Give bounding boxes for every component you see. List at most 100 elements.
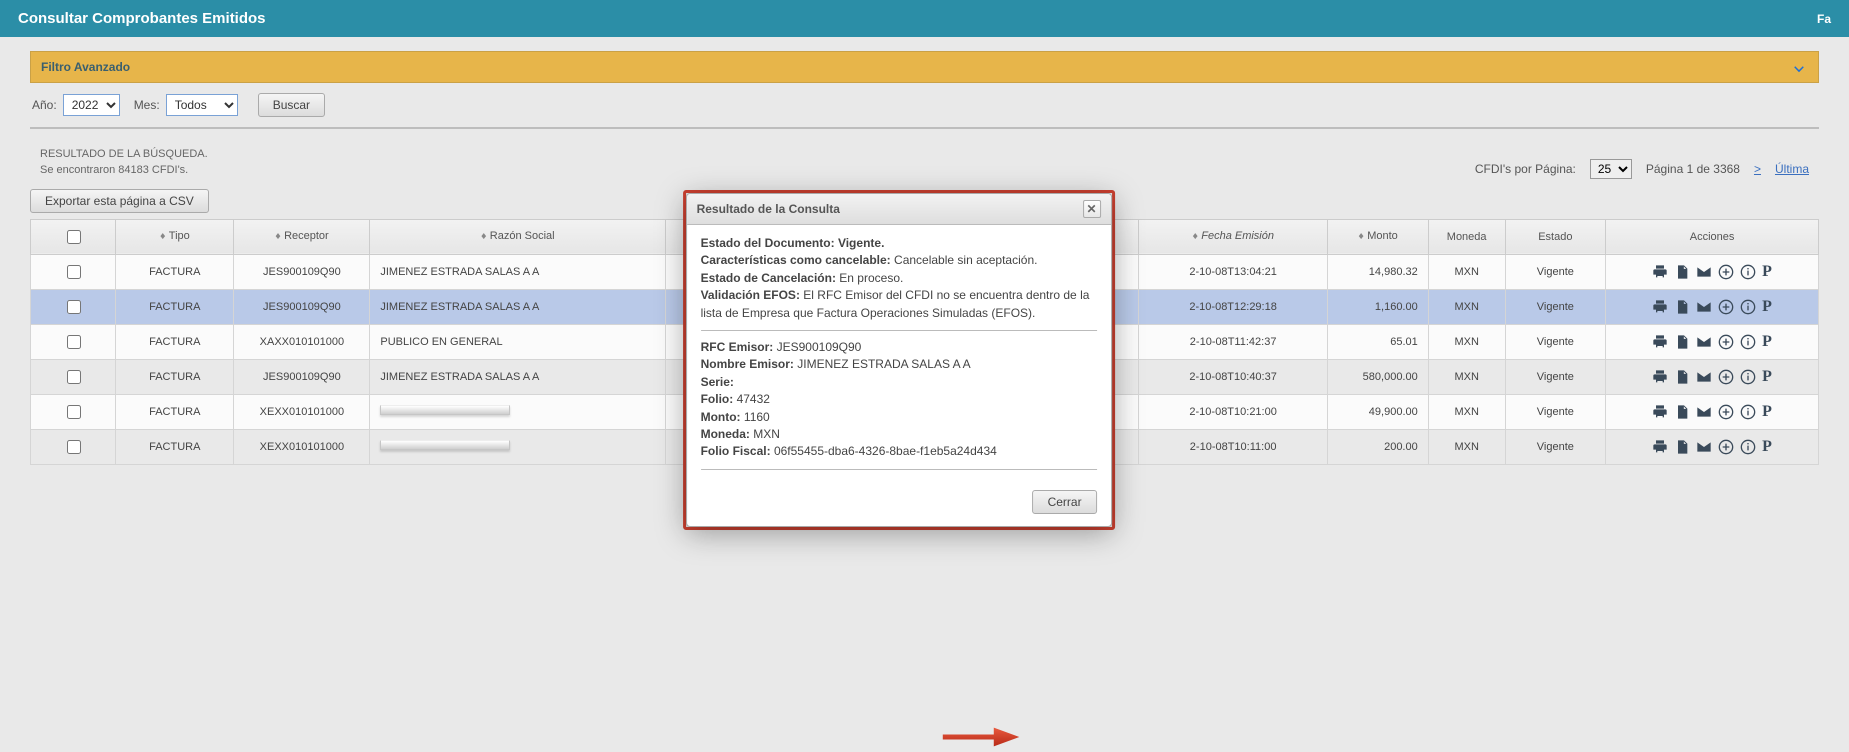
col-tipo[interactable]: ♦Tipo <box>116 219 234 254</box>
info-icon[interactable] <box>1740 439 1756 455</box>
mail-icon[interactable] <box>1696 404 1712 420</box>
col-receptor[interactable]: ♦Receptor <box>234 219 370 254</box>
year-select[interactable]: 2022 <box>63 94 120 116</box>
pdf-icon[interactable] <box>1674 439 1690 455</box>
plus-icon[interactable] <box>1718 369 1734 385</box>
cell-estado: Vigente <box>1505 324 1606 359</box>
cell-moneda: MXN <box>1428 429 1505 464</box>
print-icon[interactable] <box>1652 404 1668 420</box>
plus-icon[interactable] <box>1718 404 1734 420</box>
per-page-label: CFDI's por Página: <box>1475 162 1576 176</box>
info-icon[interactable] <box>1740 264 1756 280</box>
search-button[interactable]: Buscar <box>258 93 325 117</box>
col-fecha[interactable]: ♦Fecha Emisión <box>1139 219 1328 254</box>
cell-monto: 14,980.32 <box>1328 254 1429 289</box>
cell-tipo: FACTURA <box>116 289 234 324</box>
row-checkbox[interactable] <box>67 370 81 384</box>
year-label: Año: <box>32 98 57 112</box>
p-icon[interactable]: P <box>1762 403 1772 421</box>
estado-doc-value: Vigente. <box>838 236 884 250</box>
cell-acciones: P <box>1606 254 1819 289</box>
estado-canc-label: Estado de Cancelación: <box>701 271 836 285</box>
print-icon[interactable] <box>1652 334 1668 350</box>
cell-receptor: XAXX010101000 <box>234 324 370 359</box>
per-page-select[interactable]: 25 <box>1590 159 1632 179</box>
close-icon[interactable]: ✕ <box>1083 200 1101 218</box>
cell-receptor: JES900109Q90 <box>234 289 370 324</box>
chevron-down-icon[interactable] <box>1790 58 1808 76</box>
cell-razon <box>370 429 666 464</box>
print-icon[interactable] <box>1652 369 1668 385</box>
plus-icon[interactable] <box>1718 334 1734 350</box>
p-icon[interactable]: P <box>1762 368 1772 386</box>
cell-moneda: MXN <box>1428 359 1505 394</box>
cell-tipo: FACTURA <box>116 394 234 429</box>
print-icon[interactable] <box>1652 439 1668 455</box>
p-icon[interactable]: P <box>1762 438 1772 456</box>
cell-receptor: JES900109Q90 <box>234 359 370 394</box>
mail-icon[interactable] <box>1696 369 1712 385</box>
cell-tipo: FACTURA <box>116 324 234 359</box>
mail-icon[interactable] <box>1696 299 1712 315</box>
info-icon[interactable] <box>1740 299 1756 315</box>
cell-acciones: P <box>1606 289 1819 324</box>
cell-razon <box>370 394 666 429</box>
info-icon[interactable] <box>1740 369 1756 385</box>
cell-moneda: MXN <box>1428 324 1505 359</box>
pdf-icon[interactable] <box>1674 299 1690 315</box>
p-icon[interactable]: P <box>1762 263 1772 281</box>
cell-estado: Vigente <box>1505 359 1606 394</box>
cell-estado: Vigente <box>1505 289 1606 324</box>
dialog-wrap: Resultado de la Consulta ✕ Estado del Do… <box>683 190 1115 530</box>
top-bar: Consultar Comprobantes Emitidos Fa <box>0 0 1849 37</box>
p-icon[interactable]: P <box>1762 333 1772 351</box>
result-dialog: Resultado de la Consulta ✕ Estado del Do… <box>686 193 1112 527</box>
plus-icon[interactable] <box>1718 264 1734 280</box>
col-monto[interactable]: ♦Monto <box>1328 219 1429 254</box>
mail-icon[interactable] <box>1696 264 1712 280</box>
print-icon[interactable] <box>1652 264 1668 280</box>
col-razon[interactable]: ♦Razón Social <box>370 219 666 254</box>
row-checkbox[interactable] <box>67 405 81 419</box>
cell-estado: Vigente <box>1505 394 1606 429</box>
select-all-checkbox[interactable] <box>67 230 81 244</box>
filter-advanced-bar[interactable]: Filtro Avanzado <box>30 51 1819 83</box>
row-checkbox[interactable] <box>67 335 81 349</box>
row-checkbox[interactable] <box>67 265 81 279</box>
folio-value: 47432 <box>737 392 770 406</box>
last-page-link[interactable]: Última <box>1775 162 1809 176</box>
print-icon[interactable] <box>1652 299 1668 315</box>
cell-tipo: FACTURA <box>116 254 234 289</box>
row-checkbox[interactable] <box>67 440 81 454</box>
dialog-close-button[interactable]: Cerrar <box>1033 490 1097 514</box>
pdf-icon[interactable] <box>1674 369 1690 385</box>
col-estado: Estado <box>1505 219 1606 254</box>
next-page-link[interactable]: > <box>1754 162 1761 176</box>
filter-bar-label: Filtro Avanzado <box>41 60 130 74</box>
annotation-arrow-icon <box>941 722 1026 752</box>
mail-icon[interactable] <box>1696 334 1712 350</box>
cell-acciones: P <box>1606 359 1819 394</box>
info-icon[interactable] <box>1740 404 1756 420</box>
row-checkbox[interactable] <box>67 300 81 314</box>
month-select[interactable]: Todos <box>166 94 238 116</box>
plus-icon[interactable] <box>1718 439 1734 455</box>
header-right-fragment: Fa <box>1817 12 1831 26</box>
plus-icon[interactable] <box>1718 299 1734 315</box>
foliof-label: Folio Fiscal: <box>701 444 771 458</box>
pdf-icon[interactable] <box>1674 334 1690 350</box>
monto-label: Monto: <box>701 410 741 424</box>
efos-label: Validación EFOS: <box>701 288 800 302</box>
p-icon[interactable]: P <box>1762 298 1772 316</box>
page-info: Página 1 de 3368 <box>1646 162 1740 176</box>
pdf-icon[interactable] <box>1674 404 1690 420</box>
cell-acciones: P <box>1606 429 1819 464</box>
cell-receptor: XEXX010101000 <box>234 429 370 464</box>
info-icon[interactable] <box>1740 334 1756 350</box>
monto-value: 1160 <box>744 410 770 424</box>
mail-icon[interactable] <box>1696 439 1712 455</box>
cell-razon: JIMENEZ ESTRADA SALAS A A <box>370 289 666 324</box>
pdf-icon[interactable] <box>1674 264 1690 280</box>
carac-value: Cancelable sin aceptación. <box>894 253 1037 267</box>
export-csv-button[interactable]: Exportar esta página a CSV <box>30 189 209 213</box>
